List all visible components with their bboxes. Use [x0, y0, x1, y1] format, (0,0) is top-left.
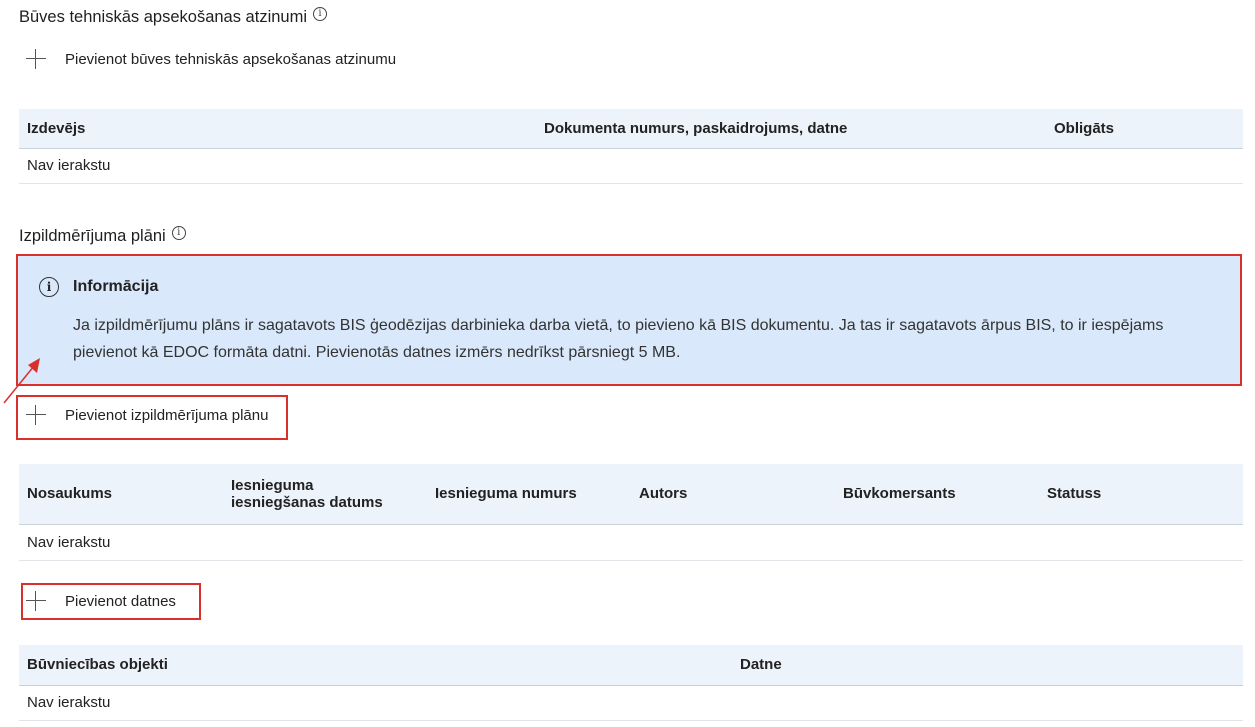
empty-row: Nav ierakstu — [19, 148, 1243, 184]
plus-icon — [26, 591, 46, 611]
column-header[interactable]: Obligāts — [1046, 109, 1243, 149]
section-title-plans: Izpildmērījuma plāni i — [19, 225, 186, 246]
info-icon: i — [39, 277, 59, 297]
column-header[interactable]: Būvkomersants — [835, 464, 1039, 525]
column-header[interactable]: Iesnieguma iesniegšanas datums — [223, 464, 427, 525]
inspection-table: Izdevējs Dokumenta numurs, paskaidrojums… — [19, 109, 1243, 184]
info-icon[interactable]: i — [313, 6, 327, 21]
info-panel: i Informācija Ja izpildmērījumu plāns ir… — [16, 254, 1242, 386]
empty-row: Nav ierakstu — [19, 524, 1243, 561]
empty-row: Nav ierakstu — [19, 685, 1243, 721]
add-inspection-button[interactable]: Pievienot būves tehniskās apsekošanas at… — [26, 49, 396, 69]
column-header[interactable]: Statuss — [1039, 464, 1243, 525]
info-icon[interactable]: i — [171, 225, 186, 240]
info-panel-header: i Informācija — [39, 277, 158, 297]
column-header[interactable]: Datne — [732, 645, 1243, 686]
column-header[interactable]: Iesnieguma numurs — [427, 464, 631, 525]
add-files-button[interactable]: Pievienot datnes — [26, 591, 176, 611]
column-header[interactable]: Izdevējs — [19, 109, 536, 149]
section-title-inspection: Būves tehniskās apsekošanas atzinumi i — [19, 6, 327, 27]
plus-icon — [26, 405, 46, 425]
column-header[interactable]: Nosaukums — [19, 464, 223, 525]
column-header[interactable]: Būvniecības objekti — [19, 645, 732, 686]
add-plan-button[interactable]: Pievienot izpildmērījuma plānu — [26, 405, 268, 425]
plans-table: Nosaukums Iesnieguma iesniegšanas datums… — [19, 464, 1243, 561]
column-header[interactable]: Autors — [631, 464, 835, 525]
objects-table: Būvniecības objekti Datne Nav ierakstu — [19, 645, 1243, 721]
plus-icon — [26, 49, 46, 69]
info-panel-text: Ja izpildmērījumu plāns ir sagatavots BI… — [73, 317, 1164, 361]
column-header[interactable]: Dokumenta numurs, paskaidrojums, datne — [536, 109, 1046, 149]
